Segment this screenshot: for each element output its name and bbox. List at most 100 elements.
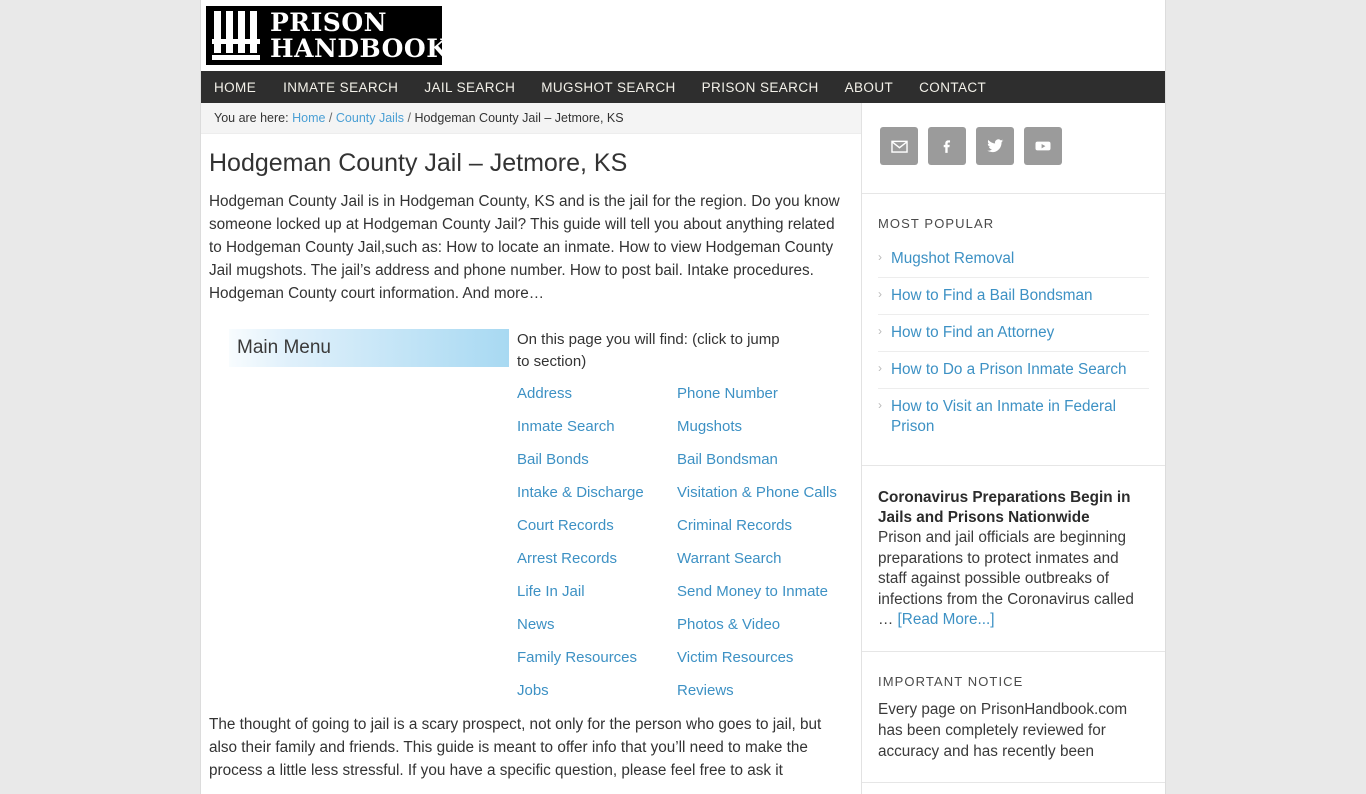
- important-notice-widget: IMPORTANT NOTICE Every page on PrisonHan…: [862, 652, 1165, 783]
- main-menu-title: Main Menu: [237, 337, 331, 358]
- breadcrumb-separator-1: /: [328, 111, 333, 125]
- sidebar: MOST POPULAR › Mugshot Removal › How to Fin…: [861, 103, 1165, 794]
- prison-bars-icon: [212, 10, 260, 61]
- breadcrumb-link-county-jails[interactable]: County Jails: [336, 111, 404, 125]
- most-popular-widget: MOST POPULAR › Mugshot Removal › How to Fin…: [862, 194, 1165, 466]
- popular-link[interactable]: Mugshot Removal: [891, 249, 1149, 269]
- news-excerpt: Prison and jail officials are beginning …: [878, 528, 1149, 631]
- important-notice-title: IMPORTANT NOTICE: [878, 673, 1024, 689]
- jump-links-cell: Visitation & Phone Calls: [677, 482, 837, 515]
- jump-link[interactable]: Reviews: [677, 682, 734, 699]
- jump-link[interactable]: Intake & Discharge: [517, 484, 644, 501]
- popular-list-item: › How to Find an Attorney: [878, 315, 1149, 352]
- jump-link[interactable]: Criminal Records: [677, 517, 792, 534]
- jump-links-cell: Jobs: [517, 680, 677, 713]
- jump-links-row: Inmate Search Mugshots: [517, 416, 837, 449]
- breadcrumb-current: Hodgeman County Jail – Jetmore, KS: [414, 111, 624, 125]
- jump-link[interactable]: Photos & Video: [677, 616, 780, 633]
- jump-intro-text: On this page you will find: (click to ju…: [517, 331, 780, 370]
- nav-item-contact[interactable]: CONTACT: [906, 80, 999, 95]
- jump-links-cell: Bail Bonds: [517, 449, 677, 482]
- email-icon[interactable]: [880, 127, 918, 165]
- jump-links-cell: Inmate Search: [517, 416, 677, 449]
- chevron-right-icon: ›: [878, 398, 882, 412]
- popular-list-item: › How to Visit an Inmate in Federal Priso…: [878, 389, 1149, 445]
- breadcrumb-separator-2: /: [407, 111, 411, 125]
- popular-link[interactable]: How to Find an Attorney: [891, 323, 1149, 343]
- jump-link[interactable]: Life In Jail: [517, 583, 585, 600]
- chevron-right-icon: ›: [878, 250, 882, 264]
- jump-link[interactable]: Arrest Records: [517, 550, 617, 567]
- popular-link[interactable]: How to Visit an Inmate in Federal Prison: [891, 397, 1149, 437]
- nav-item-prison-search[interactable]: PRISON SEARCH: [689, 80, 832, 95]
- jump-link[interactable]: Court Records: [517, 517, 614, 534]
- jump-link[interactable]: Send Money to Inmate: [677, 583, 828, 600]
- jump-link[interactable]: Inmate Search: [517, 418, 615, 435]
- jump-links-cell: Send Money to Inmate: [677, 581, 837, 614]
- breadcrumb-link-home[interactable]: Home: [292, 111, 325, 125]
- social-icon-row: [878, 127, 1149, 165]
- jump-links-cell: Court Records: [517, 515, 677, 548]
- news-widget: Coronavirus Preparations Begin in Jails …: [862, 466, 1165, 652]
- jump-links-cell: Mugshots: [677, 416, 837, 449]
- popular-link[interactable]: How to Find a Bail Bondsman: [891, 286, 1149, 306]
- jump-links-row: Address Phone Number: [517, 383, 837, 416]
- jump-links-row: Intake & Discharge Visitation & Phone Cal…: [517, 482, 837, 515]
- jump-link[interactable]: News: [517, 616, 555, 633]
- intro-paragraph: Hodgeman County Jail is in Hodgeman Coun…: [209, 193, 840, 302]
- jump-links-cell: Intake & Discharge: [517, 482, 677, 515]
- nav-item-mugshot-search[interactable]: MUGSHOT SEARCH: [528, 80, 688, 95]
- jump-links-cell: Reviews: [677, 680, 837, 713]
- nav-item-inmate-search[interactable]: INMATE SEARCH: [270, 80, 411, 95]
- logo-text: PRISON HANDBOOK: [270, 7, 442, 63]
- jump-links-row: Court Records Criminal Records: [517, 515, 837, 548]
- youtube-icon[interactable]: [1024, 127, 1062, 165]
- popular-list-item: › How to Find a Bail Bondsman: [878, 278, 1149, 315]
- news-headline[interactable]: Coronavirus Preparations Begin in Jails …: [878, 488, 1149, 528]
- most-popular-title: MOST POPULAR: [878, 216, 995, 231]
- jump-link[interactable]: Mugshots: [677, 418, 742, 435]
- site-logo[interactable]: PRISON HANDBOOK: [206, 6, 442, 65]
- read-more-link[interactable]: [Read More...]: [898, 611, 995, 628]
- chevron-right-icon: ›: [878, 361, 882, 375]
- main-navigation: HOME INMATE SEARCH JAIL SEARCH MUGSHOT S…: [201, 71, 1165, 103]
- site-header: PRISON HANDBOOK: [201, 0, 1165, 71]
- main-menu-column: Main Menu: [209, 329, 517, 713]
- main-content: You are here: Home / County Jails / Hodg…: [201, 103, 861, 794]
- jump-links-column: On this page you will find: (click to ju…: [517, 329, 848, 713]
- jump-links-row: Family Resources Victim Resources: [517, 647, 837, 680]
- logo-line-2: HANDBOOK: [270, 33, 442, 63]
- logo-line-1: PRISON: [270, 7, 387, 37]
- jump-link[interactable]: Address: [517, 385, 572, 402]
- breadcrumb: You are here: Home / County Jails / Hodg…: [201, 103, 861, 134]
- jump-link[interactable]: Warrant Search: [677, 550, 781, 567]
- nav-item-home[interactable]: HOME: [214, 80, 270, 95]
- jump-links-table: Address Phone Number Inmate Search Mugshots…: [517, 383, 837, 713]
- jump-links-row: Jobs Reviews: [517, 680, 837, 713]
- popular-list-item: › How to Do a Prison Inmate Search: [878, 352, 1149, 389]
- jump-links-cell: News: [517, 614, 677, 647]
- jump-link[interactable]: Visitation & Phone Calls: [677, 484, 837, 501]
- page-title: Hodgeman County Jail – Jetmore, KS: [209, 149, 628, 177]
- popular-link[interactable]: How to Do a Prison Inmate Search: [891, 360, 1149, 380]
- jump-link[interactable]: Family Resources: [517, 649, 637, 666]
- jump-links-cell: Phone Number: [677, 383, 837, 416]
- facebook-icon[interactable]: [928, 127, 966, 165]
- jump-link[interactable]: Victim Resources: [677, 649, 793, 666]
- twitter-icon[interactable]: [976, 127, 1014, 165]
- nav-item-about[interactable]: ABOUT: [832, 80, 907, 95]
- nav-item-jail-search[interactable]: JAIL SEARCH: [411, 80, 528, 95]
- chevron-right-icon: ›: [878, 287, 882, 301]
- chevron-right-icon: ›: [878, 324, 882, 338]
- jump-links-cell: Warrant Search: [677, 548, 837, 581]
- jump-link[interactable]: Phone Number: [677, 385, 778, 402]
- popular-list-item: › Mugshot Removal: [878, 241, 1149, 278]
- jump-links-cell: Criminal Records: [677, 515, 837, 548]
- jump-link[interactable]: Bail Bondsman: [677, 451, 778, 468]
- jump-links-cell: Photos & Video: [677, 614, 837, 647]
- breadcrumb-prefix: You are here:: [214, 111, 289, 125]
- jump-link[interactable]: Bail Bonds: [517, 451, 589, 468]
- jump-links-cell: Address: [517, 383, 677, 416]
- jump-link[interactable]: Jobs: [517, 682, 549, 699]
- page-container: PRISON HANDBOOK HOME INMATE SEARCH JAIL …: [200, 0, 1166, 794]
